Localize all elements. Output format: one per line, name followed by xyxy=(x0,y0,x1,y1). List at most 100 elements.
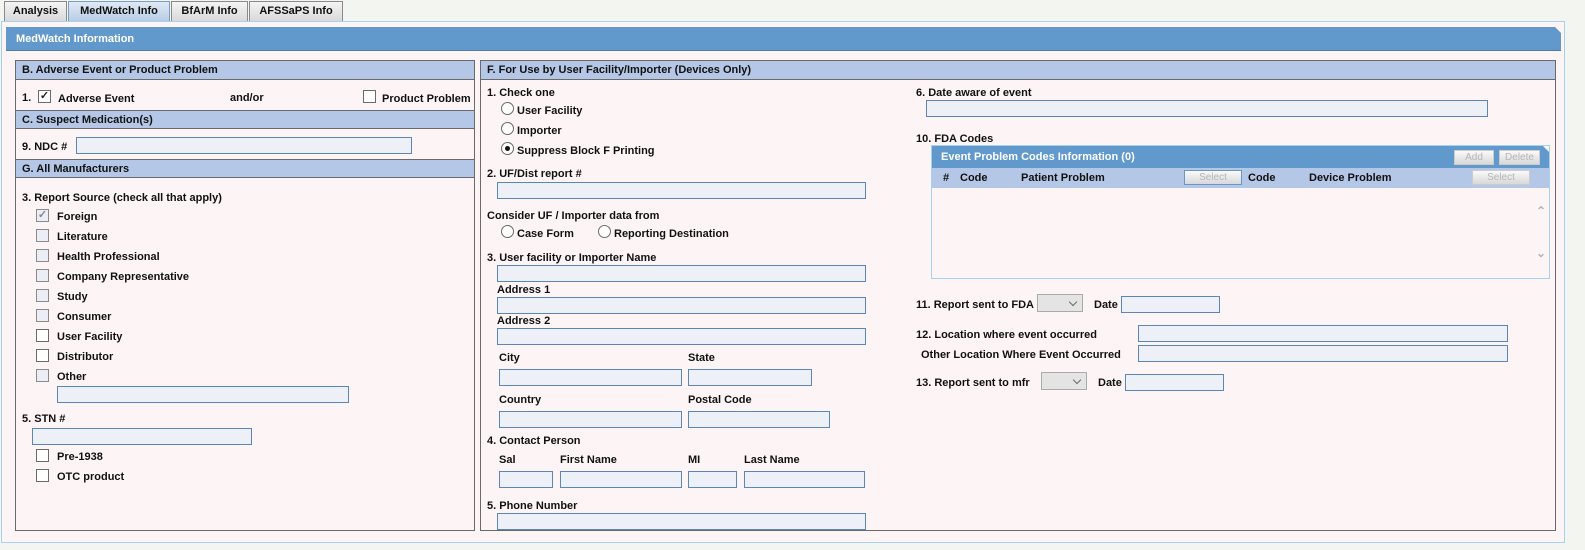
radio-case-form[interactable] xyxy=(501,225,514,238)
source-company-rep-label: Company Representative xyxy=(57,271,190,283)
report-mfr-select[interactable] xyxy=(1041,372,1087,390)
radio-reporting-destination-label: Reporting Destination xyxy=(614,228,729,240)
col-device-code: Code xyxy=(1248,172,1276,184)
facility-name-label: 3. User facility or Importer Name xyxy=(487,252,657,264)
facility-name-input[interactable] xyxy=(497,265,866,282)
col-patient-code: Code xyxy=(960,172,988,184)
radio-user-facility[interactable] xyxy=(501,102,514,115)
item-number: 1. xyxy=(22,92,32,104)
source-foreign-label: Foreign xyxy=(57,211,98,223)
other-location-input[interactable] xyxy=(1138,345,1508,362)
col-device-problem: Device Problem xyxy=(1309,172,1392,184)
source-foreign-checkbox[interactable] xyxy=(36,209,49,222)
check-one-label: 1. Check one xyxy=(487,87,555,99)
state-input[interactable] xyxy=(688,369,812,386)
source-literature-checkbox[interactable] xyxy=(36,229,49,242)
otc-product-checkbox[interactable] xyxy=(36,469,49,482)
medwatch-header: MedWatch Information xyxy=(6,27,1561,51)
source-study-checkbox[interactable] xyxy=(36,289,49,302)
adverse-event-label: Adverse Event xyxy=(58,93,135,105)
left-panel: B. Adverse Event or Product Problem 1. A… xyxy=(15,60,475,531)
country-label: Country xyxy=(499,394,542,406)
radio-importer-label: Importer xyxy=(517,125,562,137)
sal-label: Sal xyxy=(499,454,516,466)
mi-label: MI xyxy=(688,454,701,466)
section-g-header: G. All Manufacturers xyxy=(16,159,474,178)
section-b-header: B. Adverse Event or Product Problem xyxy=(16,61,474,80)
radio-case-form-label: Case Form xyxy=(517,228,574,240)
source-consumer-checkbox[interactable] xyxy=(36,309,49,322)
stn-input[interactable] xyxy=(32,428,252,445)
last-name-label: Last Name xyxy=(744,454,800,466)
location-label: 12. Location where event occurred xyxy=(916,329,1097,341)
last-name-input[interactable] xyxy=(744,471,865,488)
add-button[interactable]: Add xyxy=(1454,150,1494,165)
address2-input[interactable] xyxy=(497,328,866,345)
section-c-header: C. Suspect Medication(s) xyxy=(16,110,474,129)
address1-input[interactable] xyxy=(497,297,866,314)
uf-dist-input[interactable] xyxy=(497,182,866,199)
phone-number-label: 5. Phone Number xyxy=(487,500,578,512)
report-fda-date-label: Date xyxy=(1094,299,1118,311)
report-source-label: 3. Report Source (check all that apply) xyxy=(22,192,222,204)
postal-code-input[interactable] xyxy=(688,411,830,428)
stn-label: 5. STN # xyxy=(22,413,66,425)
pre1938-label: Pre-1938 xyxy=(57,451,103,463)
tab-afssaps-info[interactable]: AFSSaPS Info xyxy=(249,1,343,21)
adverse-event-checkbox[interactable] xyxy=(38,90,51,103)
date-aware-label: 6. Date aware of event xyxy=(916,87,1032,99)
ndc-label: 9. NDC # xyxy=(22,141,68,153)
uf-dist-label: 2. UF/Dist report # xyxy=(487,168,582,180)
location-input[interactable] xyxy=(1138,325,1508,342)
sal-input[interactable] xyxy=(499,471,553,488)
source-other-checkbox[interactable] xyxy=(36,369,49,382)
postal-code-label: Postal Code xyxy=(688,394,752,406)
fda-codes-label: 10. FDA Codes xyxy=(916,133,994,145)
source-consumer-label: Consumer xyxy=(57,311,112,323)
contact-person-label: 4. Contact Person xyxy=(487,435,581,447)
scroll-up-icon[interactable]: ⌃ xyxy=(1536,204,1546,218)
source-user-facility-checkbox[interactable] xyxy=(36,329,49,342)
source-health-professional-label: Health Professional xyxy=(57,251,160,263)
report-mfr-label: 13. Report sent to mfr xyxy=(916,377,1030,389)
product-problem-checkbox[interactable] xyxy=(363,90,376,103)
delete-button[interactable]: Delete xyxy=(1499,150,1540,165)
country-input[interactable] xyxy=(499,411,682,428)
phone-number-input[interactable] xyxy=(497,513,866,530)
scroll-down-icon[interactable]: ⌄ xyxy=(1536,246,1546,260)
report-fda-date-input[interactable] xyxy=(1121,296,1220,313)
tab-analysis[interactable]: Analysis xyxy=(4,1,67,21)
radio-reporting-destination[interactable] xyxy=(598,225,611,238)
report-mfr-date-label: Date xyxy=(1098,377,1122,389)
col-number: # xyxy=(943,172,950,184)
radio-user-facility-label: User Facility xyxy=(517,105,583,117)
right-panel: F. For Use by User Facility/Importer (De… xyxy=(480,60,1556,531)
date-aware-input[interactable] xyxy=(926,100,1488,117)
source-company-rep-checkbox[interactable] xyxy=(36,269,49,282)
report-mfr-date-input[interactable] xyxy=(1125,374,1224,391)
tab-medwatch-info[interactable]: MedWatch Info xyxy=(68,1,170,21)
grid-column-header: # Code Patient Problem Select Code Devic… xyxy=(932,168,1549,188)
tab-bfarm-info[interactable]: BfArM Info xyxy=(171,1,248,21)
report-fda-label: 11. Report sent to FDA xyxy=(916,299,1034,311)
mi-input[interactable] xyxy=(688,471,737,488)
source-study-label: Study xyxy=(57,291,88,303)
city-input[interactable] xyxy=(499,369,682,386)
select-patient-problem-button[interactable]: Select xyxy=(1184,170,1242,185)
event-problem-codes-grid: Event Problem Codes Information (0) Add … xyxy=(931,145,1550,279)
product-problem-label: Product Problem xyxy=(382,93,471,105)
ndc-input[interactable] xyxy=(76,137,412,154)
pre1938-checkbox[interactable] xyxy=(36,449,49,462)
source-health-professional-checkbox[interactable] xyxy=(36,249,49,262)
radio-suppress-block-f[interactable] xyxy=(501,142,514,155)
first-name-input[interactable] xyxy=(560,471,682,488)
radio-importer[interactable] xyxy=(501,122,514,135)
otc-product-label: OTC product xyxy=(57,471,125,483)
section-f-header: F. For Use by User Facility/Importer (De… xyxy=(481,61,1555,80)
other-source-input[interactable] xyxy=(57,386,349,403)
source-distributor-checkbox[interactable] xyxy=(36,349,49,362)
consider-label: Consider UF / Importer data from xyxy=(487,210,660,222)
report-fda-select[interactable] xyxy=(1037,294,1083,312)
source-distributor-label: Distributor xyxy=(57,351,114,363)
select-device-problem-button[interactable]: Select xyxy=(1472,170,1530,185)
